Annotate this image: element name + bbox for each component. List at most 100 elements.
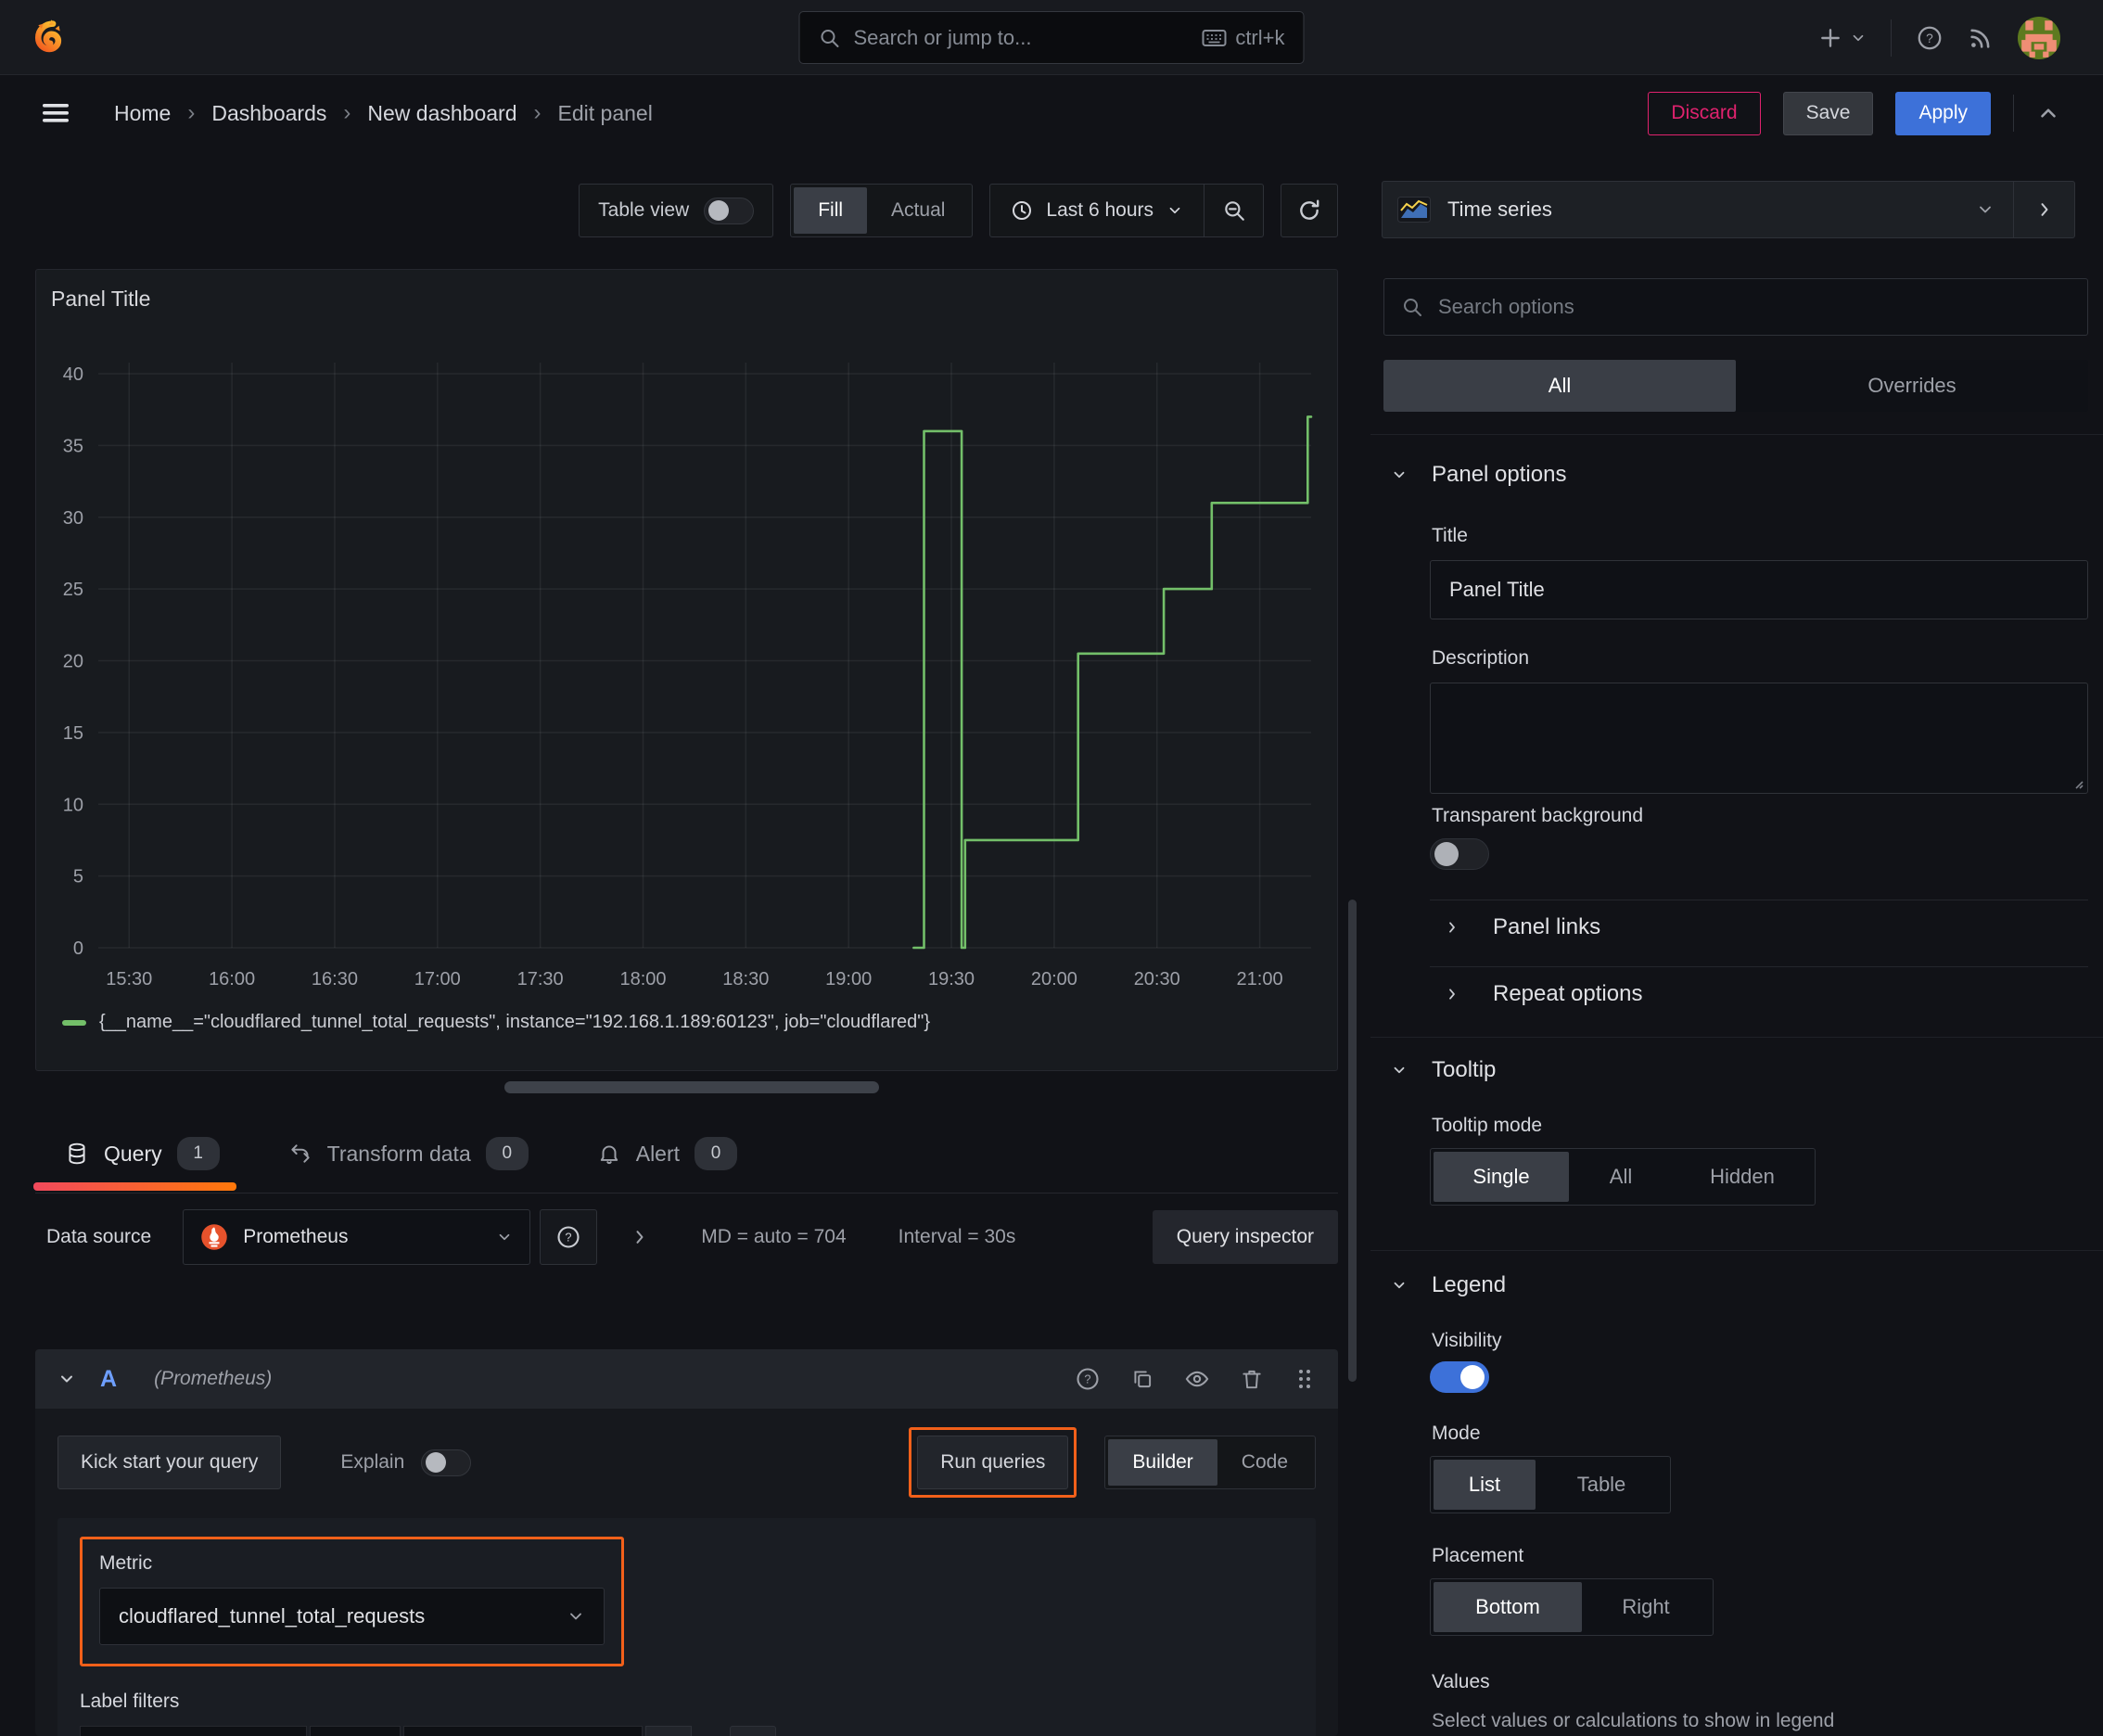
save-button[interactable]: Save xyxy=(1782,91,1874,135)
menu-hamburger-icon[interactable] xyxy=(42,101,70,125)
query-inspector-button[interactable]: Query inspector xyxy=(1152,1210,1338,1264)
legend-placement-bottom[interactable]: Bottom xyxy=(1434,1582,1582,1632)
tooltip-heading[interactable]: Tooltip xyxy=(1391,1057,1496,1083)
svg-text:?: ? xyxy=(1926,32,1933,45)
global-search-input[interactable]: Search or jump to... ctrl+k xyxy=(798,11,1305,64)
builder-option[interactable]: Builder xyxy=(1108,1439,1217,1486)
delete-query-trash-button[interactable] xyxy=(1240,1367,1264,1391)
panel-title-input[interactable] xyxy=(1430,560,2088,619)
toggle-viz-picker-chevron-right[interactable] xyxy=(2013,182,2074,237)
add-menu-button[interactable] xyxy=(1818,26,1867,50)
legend-placement-right[interactable]: Right xyxy=(1582,1582,1710,1632)
database-icon xyxy=(65,1142,89,1166)
query-help-button[interactable]: ? xyxy=(1075,1366,1101,1392)
table-view-toggle[interactable] xyxy=(704,197,755,224)
query-editor-card: A (Prometheus) ? Kick start your query E… xyxy=(35,1349,1338,1736)
svg-text:0: 0 xyxy=(73,938,83,959)
breadcrumb-dashboards[interactable]: Dashboards xyxy=(211,101,326,126)
svg-text:?: ? xyxy=(566,1231,572,1245)
chevron-right-icon[interactable] xyxy=(631,1228,649,1246)
chevron-down-icon[interactable] xyxy=(57,1370,76,1388)
repeat-options-section[interactable]: Repeat options xyxy=(1445,981,1642,1007)
metric-select[interactable]: cloudflared_tunnel_total_requests xyxy=(99,1588,605,1645)
breadcrumb-bar: Home › Dashboards › New dashboard › Edit… xyxy=(0,76,2103,150)
legend-placement-switch: Bottom Right xyxy=(1430,1578,1714,1636)
svg-text:19:30: 19:30 xyxy=(928,969,975,989)
visualization-picker[interactable]: Time series xyxy=(1382,181,2075,238)
breadcrumb-new-dashboard[interactable]: New dashboard xyxy=(367,101,516,126)
fill-option[interactable]: Fill xyxy=(794,187,868,234)
breadcrumb: Home › Dashboards › New dashboard › Edit… xyxy=(114,100,653,126)
actions-divider xyxy=(2013,95,2014,132)
options-search-input[interactable]: Search options xyxy=(1383,278,2088,336)
chevron-down-icon xyxy=(496,1229,513,1245)
top-bar: Search or jump to... ctrl+k ? xyxy=(0,0,2103,75)
bell-icon xyxy=(597,1142,621,1166)
query-editor-body: Kick start your query Explain Run querie… xyxy=(35,1409,1338,1736)
panel-links-section[interactable]: Panel links xyxy=(1445,914,1600,940)
remove-filter-button[interactable]: ✕ xyxy=(645,1726,692,1736)
time-range-button[interactable]: Last 6 hours xyxy=(990,185,1204,236)
legend-heading[interactable]: Legend xyxy=(1391,1272,1506,1298)
legend-mode-table[interactable]: Table xyxy=(1536,1460,1667,1510)
kick-start-query-button[interactable]: Kick start your query xyxy=(57,1436,282,1489)
select-value-dropdown[interactable]: Select value xyxy=(403,1726,643,1736)
tooltip-mode-hidden[interactable]: Hidden xyxy=(1673,1152,1812,1202)
search-shortcut: ctrl+k xyxy=(1202,26,1285,50)
user-avatar[interactable] xyxy=(2018,16,2060,59)
max-data-points-stat: MD = auto = 704 xyxy=(701,1226,847,1247)
explain-toggle[interactable] xyxy=(421,1449,472,1476)
query-row-header[interactable]: A (Prometheus) ? xyxy=(35,1349,1338,1409)
breadcrumb-home[interactable]: Home xyxy=(114,101,171,126)
breadcrumb-edit-panel: Edit panel xyxy=(557,100,653,125)
tab-query[interactable]: Query 1 xyxy=(33,1137,236,1191)
tab-all[interactable]: All xyxy=(1383,360,1736,412)
tab-alert-label: Alert xyxy=(635,1141,681,1166)
tab-transform-data[interactable]: Transform data 0 xyxy=(288,1137,529,1191)
news-rss-button[interactable] xyxy=(1968,25,1994,51)
time-series-panel[interactable]: Panel Title 0 5 10 15 20 25 30 35 40 15:30 16:00 16… xyxy=(35,269,1338,1071)
vertical-scrollbar-thumb[interactable] xyxy=(1348,900,1357,1382)
chevron-down-icon xyxy=(1976,200,1995,219)
tooltip-mode-all[interactable]: All xyxy=(1569,1152,1673,1202)
zoom-out-time-button[interactable] xyxy=(1204,185,1263,236)
apply-button[interactable]: Apply xyxy=(1895,91,1991,135)
legend-visibility-toggle[interactable] xyxy=(1430,1361,1489,1393)
code-option[interactable]: Code xyxy=(1217,1439,1312,1486)
svg-text:17:00: 17:00 xyxy=(414,969,461,989)
svg-text:5: 5 xyxy=(73,867,83,887)
tooltip-mode-single[interactable]: Single xyxy=(1434,1152,1569,1202)
drag-handle[interactable] xyxy=(1294,1367,1316,1391)
refresh-button[interactable] xyxy=(1281,184,1338,237)
grafana-logo-icon[interactable] xyxy=(22,16,65,58)
horizontal-scrollbar-thumb[interactable] xyxy=(504,1081,879,1093)
select-label-dropdown[interactable]: Select label xyxy=(80,1726,307,1736)
operator-dropdown[interactable]: = xyxy=(310,1726,401,1736)
datasource-label: Data source xyxy=(46,1226,152,1247)
discard-button[interactable]: Discard xyxy=(1648,91,1761,135)
tab-alert[interactable]: Alert 0 xyxy=(597,1137,738,1191)
add-filter-button[interactable]: + xyxy=(730,1726,776,1736)
toggle-visibility-eye-button[interactable] xyxy=(1184,1366,1210,1392)
query-ref-id: A xyxy=(100,1365,118,1392)
chevron-right-icon xyxy=(1445,920,1459,935)
collapse-options-chevron-up-icon[interactable] xyxy=(2036,101,2060,125)
run-queries-button[interactable]: Run queries xyxy=(917,1436,1069,1489)
datasource-picker[interactable]: Prometheus xyxy=(183,1209,531,1265)
legend-mode-switch: List Table xyxy=(1430,1456,1671,1513)
chart-legend-item[interactable]: {__name__="cloudflared_tunnel_total_requ… xyxy=(62,1012,930,1033)
legend-mode-list[interactable]: List xyxy=(1434,1460,1536,1510)
datasource-help-button[interactable]: ? xyxy=(540,1209,598,1265)
legend-label: {__name__="cloudflared_tunnel_total_requ… xyxy=(99,1012,931,1032)
transparent-background-toggle[interactable] xyxy=(1430,838,1489,870)
resize-handle-icon[interactable] xyxy=(2071,776,2084,789)
tab-overrides[interactable]: Overrides xyxy=(1736,360,2088,412)
active-tab-underline xyxy=(33,1182,236,1191)
actual-option[interactable]: Actual xyxy=(867,187,969,234)
help-button[interactable]: ? xyxy=(1916,24,1944,52)
query-ref-datasource: (Prometheus) xyxy=(154,1368,273,1389)
duplicate-query-button[interactable] xyxy=(1130,1367,1154,1391)
description-textarea[interactable] xyxy=(1430,683,2088,794)
panel-options-heading[interactable]: Panel options xyxy=(1391,462,1566,488)
label-filter-row: Select label = Select value ✕ + xyxy=(80,1726,1294,1736)
